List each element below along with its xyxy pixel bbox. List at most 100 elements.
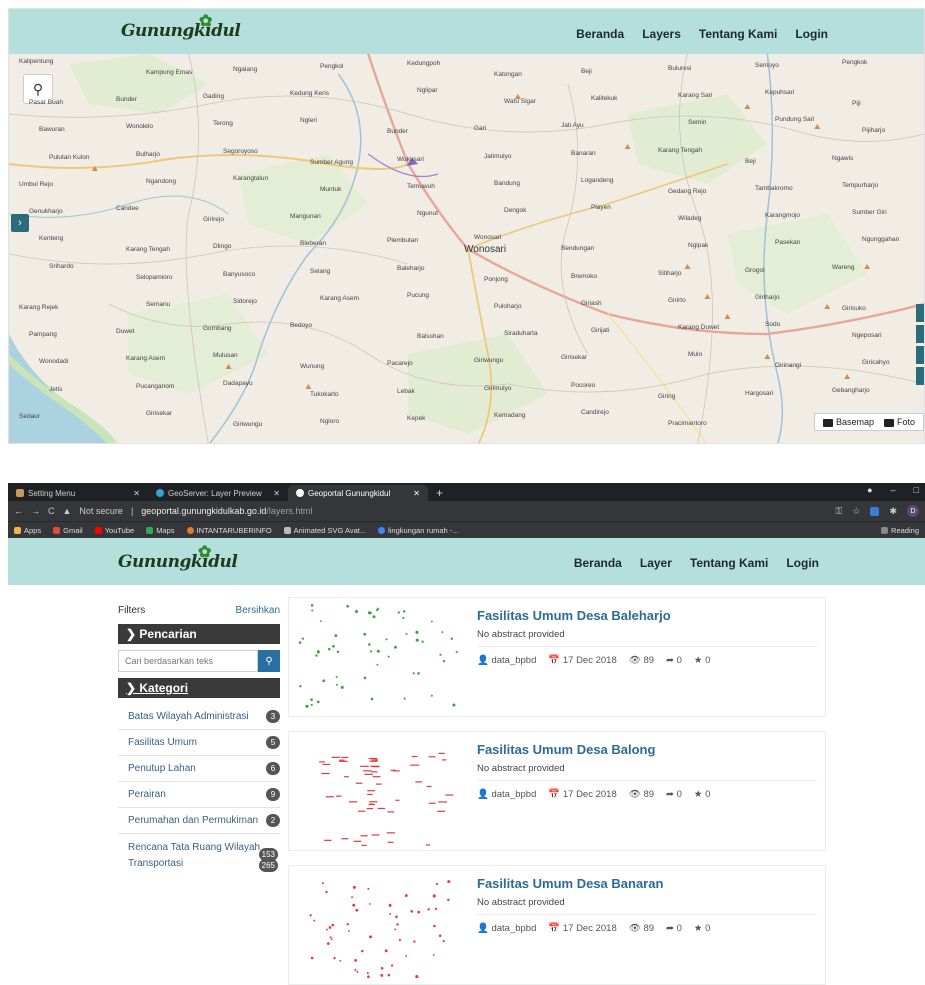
minimize-button[interactable]: – xyxy=(891,485,896,495)
map-town-label: Ngandong xyxy=(146,177,176,185)
category-label[interactable]: Rencana Tata Ruang Wilayah xyxy=(128,840,280,856)
category-item-overlapping[interactable]: Rencana Tata Ruang Wilayah Transportasi … xyxy=(118,834,280,878)
thumbnail-point xyxy=(316,700,320,704)
category-item[interactable]: Perumahan dan Permukiman 2 xyxy=(118,808,280,834)
forward-icon[interactable]: → xyxy=(31,506,40,516)
key-icon[interactable]: ⚿ xyxy=(836,506,843,517)
thumbnail-point xyxy=(387,811,395,813)
owner[interactable]: 👤 data_bpbd xyxy=(477,923,536,934)
owner[interactable]: 👤 data_bpbd xyxy=(477,789,536,800)
close-icon[interactable]: ✕ xyxy=(133,489,140,498)
owner[interactable]: 👤 data_bpbd xyxy=(477,655,536,666)
tab-setting-menu[interactable]: Setting Menu ✕ xyxy=(8,485,148,501)
map-town-label: Duwet xyxy=(116,328,135,336)
layer-meta: 👤 data_bpbd 📅 17 Dec 2018 👁 89 ➦ 0 ★ 0 xyxy=(477,780,817,800)
map-town-label: Gombang xyxy=(203,325,232,333)
map-control-2[interactable] xyxy=(916,325,924,343)
bookmark-apps[interactable]: Apps xyxy=(14,526,41,535)
thumbnail-point xyxy=(301,637,305,640)
map-town-label: Tambakromo xyxy=(755,184,793,192)
thumbnail-point xyxy=(426,844,431,846)
thumbnail-point xyxy=(322,763,331,765)
bookmark-lingkungan[interactable]: lingkungan rumah -... xyxy=(378,525,459,535)
map-canvas[interactable]: ⚲ › Wonosari Kalipentung Kampung Emas Ngal… xyxy=(9,54,924,443)
layer-thumbnail[interactable] xyxy=(289,732,469,852)
bookmark-animated-svg[interactable]: Animated SVG Avat... xyxy=(283,526,366,535)
layer-card: Fasilitas Umum Desa Baleharjo No abstrac… xyxy=(288,597,826,717)
profile-avatar[interactable]: D xyxy=(907,505,919,517)
category-item[interactable]: Penutup Lahan 6 xyxy=(118,756,280,782)
map-town-label: Wareng xyxy=(832,263,855,271)
nav-layers[interactable]: Layers xyxy=(642,27,681,41)
tab-geoportal[interactable]: Geoportal Gunungkidul ✕ xyxy=(288,485,428,501)
rating-value: 0 xyxy=(705,655,711,666)
map-town-label: Sedaur xyxy=(19,412,40,420)
new-tab-button[interactable]: + xyxy=(428,485,450,501)
reload-icon[interactable]: C xyxy=(48,506,55,516)
map-town-label: Bedoyo xyxy=(290,322,313,330)
category-section-header[interactable]: ❯ Kategori xyxy=(118,678,280,698)
thumbnail-point xyxy=(360,835,368,837)
layer-title-link[interactable]: Fasilitas Umum Desa Banaran xyxy=(477,876,817,891)
sidebar-toggle-button[interactable]: › xyxy=(11,214,29,232)
basemap-button[interactable]: Basemap xyxy=(822,417,874,427)
url-field[interactable]: geoportal.gunungkidulkab.go.id/layers.ht… xyxy=(141,506,312,516)
layer-title-link[interactable]: Fasilitas Umum Desa Baleharjo xyxy=(477,608,817,623)
category-item[interactable]: Perairan 9 xyxy=(118,782,280,808)
nav-tentang-kami[interactable]: Tentang Kami xyxy=(699,27,777,41)
bookmark-gmail[interactable]: Gmail xyxy=(53,526,83,535)
site-logo[interactable]: Gunungkidul ✿ xyxy=(121,11,241,41)
close-icon[interactable]: ✕ xyxy=(413,489,420,498)
thumbnail-point xyxy=(392,770,400,772)
category-item[interactable]: Fasilitas Umum 5 xyxy=(118,730,280,756)
nav-login[interactable]: Login xyxy=(786,556,819,570)
section-label: Kategori xyxy=(139,681,189,695)
search-input[interactable] xyxy=(118,650,258,672)
nav-beranda[interactable]: Beranda xyxy=(574,556,622,570)
reading-list-icon xyxy=(881,527,889,535)
thumbnail-point xyxy=(405,954,408,957)
thumbnail-point xyxy=(309,914,312,917)
search-section-header[interactable]: ❯ Pencarian xyxy=(118,624,280,644)
thumbnail-point xyxy=(363,676,367,680)
thumbnail-point xyxy=(372,615,376,619)
nav-login[interactable]: Login xyxy=(795,27,828,41)
foto-button[interactable]: Foto xyxy=(883,417,915,427)
layer-thumbnail[interactable] xyxy=(289,598,469,718)
clear-filters-link[interactable]: Bersihkan xyxy=(236,605,280,616)
share-icon: ➦ xyxy=(666,655,677,666)
map-town-label: Katongan xyxy=(494,71,522,78)
map-town-label: Umbul Rejo xyxy=(19,180,53,188)
category-item[interactable]: Batas Wilayah Administrasi 3 xyxy=(118,704,280,730)
layer-title-link[interactable]: Fasilitas Umum Desa Balong xyxy=(477,742,817,757)
map-town-label: Kampung Emas xyxy=(146,69,193,76)
nav-beranda[interactable]: Beranda xyxy=(576,27,624,41)
nav-tentang-kami[interactable]: Tentang Kami xyxy=(690,556,768,570)
layer-thumbnail[interactable] xyxy=(289,866,469,985)
bookmark-maps[interactable]: Maps xyxy=(146,526,175,535)
bookmark-youtube[interactable]: YouTube xyxy=(94,526,134,535)
reading-list-button[interactable]: Reading xyxy=(881,526,919,535)
nav-layer[interactable]: Layer xyxy=(640,556,672,570)
map-control-1[interactable] xyxy=(916,304,924,322)
profile-icon[interactable]: ● xyxy=(867,485,872,495)
tab-geoserver[interactable]: GeoServer: Layer Preview ✕ xyxy=(148,485,288,501)
bookmarks-bar: Apps Gmail YouTube Maps INTANTARUBERINFO… xyxy=(8,521,925,538)
close-icon[interactable]: ✕ xyxy=(273,489,280,498)
back-icon[interactable]: ← xyxy=(14,506,23,516)
bookmark-label: lingkungan rumah -... xyxy=(388,525,459,535)
extension-icon[interactable] xyxy=(870,506,880,516)
site-logo[interactable]: Gunungkidul ✿ xyxy=(118,542,238,572)
youtube-icon xyxy=(94,527,102,535)
map-control-4[interactable] xyxy=(916,367,924,385)
map-control-3[interactable] xyxy=(916,346,924,364)
maximize-button[interactable]: □ xyxy=(914,485,919,495)
puzzle-icon[interactable]: ✱ xyxy=(889,506,897,517)
thumbnail-point xyxy=(339,759,345,761)
search-button[interactable]: ⚲ xyxy=(258,650,280,672)
map-town-label: Semin xyxy=(688,119,707,127)
thumbnail-point xyxy=(376,649,380,653)
star-icon[interactable]: ☆ xyxy=(852,506,860,517)
bookmark-intantaruberinfo[interactable]: INTANTARUBERINFO xyxy=(186,526,272,535)
category-label[interactable]: Transportasi xyxy=(128,856,280,872)
